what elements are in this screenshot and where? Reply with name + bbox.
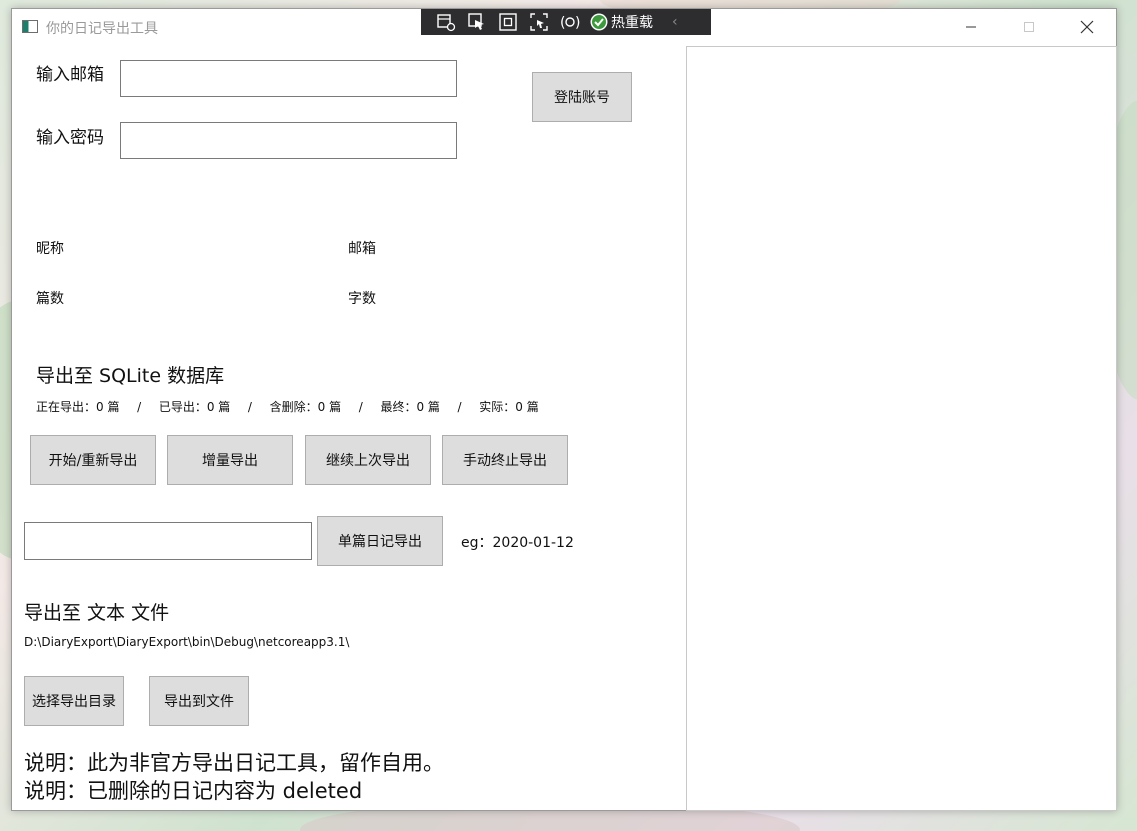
start-export-button[interactable]: 开始/重新导出 bbox=[30, 435, 156, 485]
app-window: 你的日记导出工具 () 热重载 ‹ 输入邮箱 输入密码 登陆账号 昵称 邮箱 篇… bbox=[11, 8, 1117, 811]
note-line: 说明：此为非官方导出日记工具，留作自用。 bbox=[24, 751, 444, 775]
close-button[interactable] bbox=[1058, 9, 1116, 45]
export-path: D:\DiaryExport\DiaryExport\bin\Debug\net… bbox=[24, 635, 350, 649]
minimize-button[interactable] bbox=[942, 9, 1000, 45]
status-actual: 实际：0 篇 bbox=[479, 400, 539, 414]
sqlite-export-heading: 导出至 SQLite 数据库 bbox=[36, 365, 225, 387]
email-label: 输入邮箱 bbox=[36, 65, 104, 85]
svg-text:(: ( bbox=[560, 15, 565, 31]
live-visual-tree-icon[interactable] bbox=[435, 11, 457, 33]
app-icon bbox=[22, 20, 38, 33]
output-panel bbox=[686, 46, 1117, 811]
close-icon bbox=[1080, 20, 1094, 34]
hot-reload-status[interactable]: 热重载 bbox=[590, 12, 653, 32]
single-date-input[interactable] bbox=[24, 522, 312, 560]
export-status-line: 正在导出：0 篇 / 已导出：0 篇 / 含删除：0 篇 / 最终：0 篇 / … bbox=[36, 398, 539, 415]
status-separator: / bbox=[137, 400, 142, 414]
status-separator: / bbox=[247, 400, 252, 414]
svg-text:): ) bbox=[575, 15, 580, 31]
select-element-icon[interactable] bbox=[466, 11, 488, 33]
incremental-export-button[interactable]: 增量导出 bbox=[167, 435, 293, 485]
password-label: 输入密码 bbox=[36, 128, 104, 148]
export-file-button[interactable]: 导出到文件 bbox=[149, 676, 249, 726]
xaml-debug-toolbar: () 热重载 ‹ bbox=[421, 9, 711, 35]
status-separator: / bbox=[358, 400, 363, 414]
hot-reload-check-icon bbox=[590, 13, 608, 31]
note-line: 说明：已删除的日记内容为 deleted bbox=[24, 779, 363, 803]
word-count-label: 字数 bbox=[348, 291, 376, 307]
status-final: 最终：0 篇 bbox=[380, 400, 440, 414]
minimize-icon bbox=[966, 26, 976, 28]
date-format-hint: eg：2020-01-12 bbox=[461, 535, 574, 551]
single-export-button[interactable]: 单篇日记导出 bbox=[317, 516, 443, 566]
status-deleted: 含删除：0 篇 bbox=[269, 400, 342, 414]
email-input[interactable] bbox=[120, 60, 457, 97]
stop-export-button[interactable]: 手动终止导出 bbox=[442, 435, 568, 485]
choose-dir-button[interactable]: 选择导出目录 bbox=[24, 676, 124, 726]
status-separator: / bbox=[457, 400, 462, 414]
account-email-label: 邮箱 bbox=[348, 241, 376, 257]
login-button[interactable]: 登陆账号 bbox=[532, 72, 632, 122]
diary-count-label: 篇数 bbox=[36, 291, 64, 307]
status-exported: 已导出：0 篇 bbox=[158, 400, 231, 414]
display-layout-adorners-icon[interactable] bbox=[497, 11, 519, 33]
xaml-binding-icon[interactable]: () bbox=[559, 11, 581, 33]
maximize-icon bbox=[1024, 22, 1034, 32]
password-input[interactable] bbox=[120, 122, 457, 159]
hot-reload-label: 热重载 bbox=[611, 15, 653, 31]
track-focus-icon[interactable] bbox=[528, 11, 550, 33]
resume-export-button[interactable]: 继续上次导出 bbox=[305, 435, 431, 485]
window-title: 你的日记导出工具 bbox=[46, 21, 158, 37]
nickname-label: 昵称 bbox=[36, 241, 64, 257]
collapse-chevron-icon[interactable]: ‹ bbox=[672, 14, 678, 30]
text-export-heading: 导出至 文本 文件 bbox=[24, 602, 170, 624]
status-exporting: 正在导出：0 篇 bbox=[36, 400, 120, 414]
maximize-button[interactable] bbox=[1000, 9, 1058, 45]
